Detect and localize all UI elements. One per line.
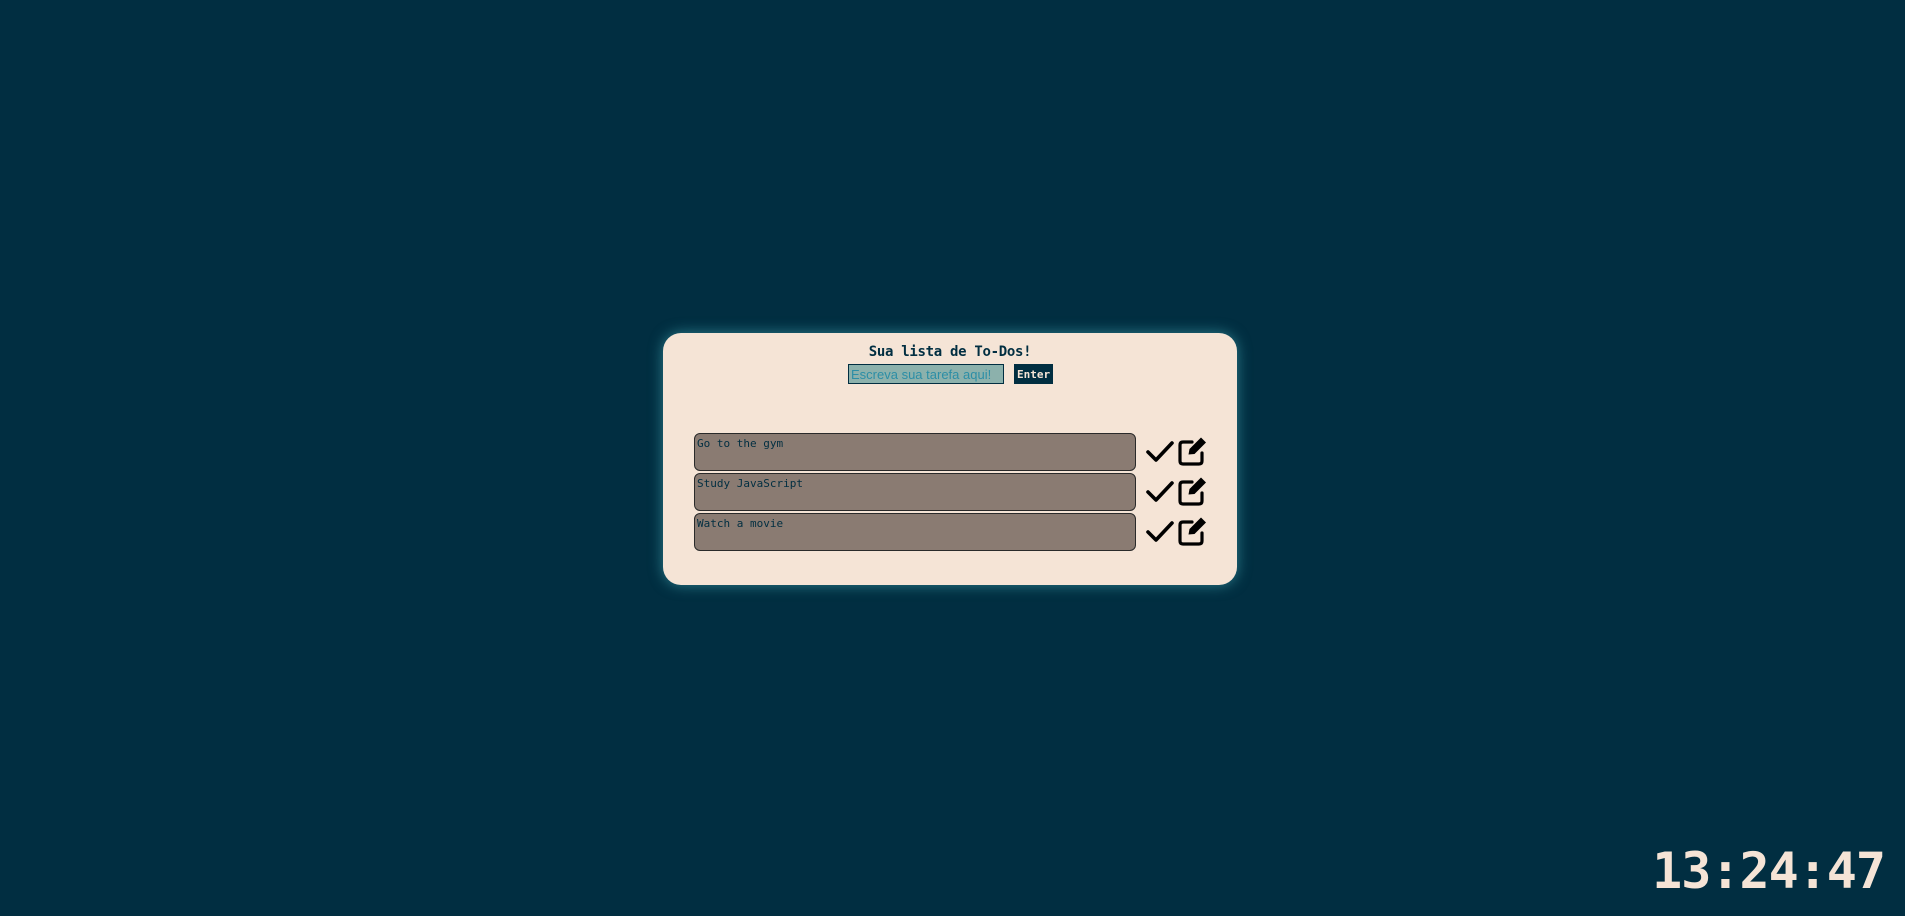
todo-item: Watch a movie bbox=[694, 513, 1214, 551]
edit-icon[interactable] bbox=[1176, 435, 1208, 467]
check-icon[interactable] bbox=[1145, 477, 1175, 507]
todo-title: Sua lista de To-Dos! bbox=[868, 344, 1032, 360]
task-input[interactable] bbox=[848, 364, 1004, 384]
todo-item: Go to the gym bbox=[694, 433, 1214, 471]
todo-text: Watch a movie bbox=[694, 513, 1136, 551]
digital-clock: 13:24:47 bbox=[1652, 842, 1886, 900]
todo-text: Go to the gym bbox=[694, 433, 1136, 471]
edit-icon[interactable] bbox=[1176, 515, 1208, 547]
check-icon[interactable] bbox=[1145, 437, 1175, 467]
add-task-form: Enter bbox=[848, 364, 1054, 384]
enter-button[interactable]: Enter bbox=[1014, 364, 1054, 384]
check-icon[interactable] bbox=[1145, 517, 1175, 547]
todo-list: Go to the gym Study JavaScript Watch a m… bbox=[694, 433, 1214, 553]
todo-card: Sua lista de To-Dos! Enter Go to the gym… bbox=[663, 333, 1237, 585]
todo-text: Study JavaScript bbox=[694, 473, 1136, 511]
edit-icon[interactable] bbox=[1176, 475, 1208, 507]
todo-item: Study JavaScript bbox=[694, 473, 1214, 511]
